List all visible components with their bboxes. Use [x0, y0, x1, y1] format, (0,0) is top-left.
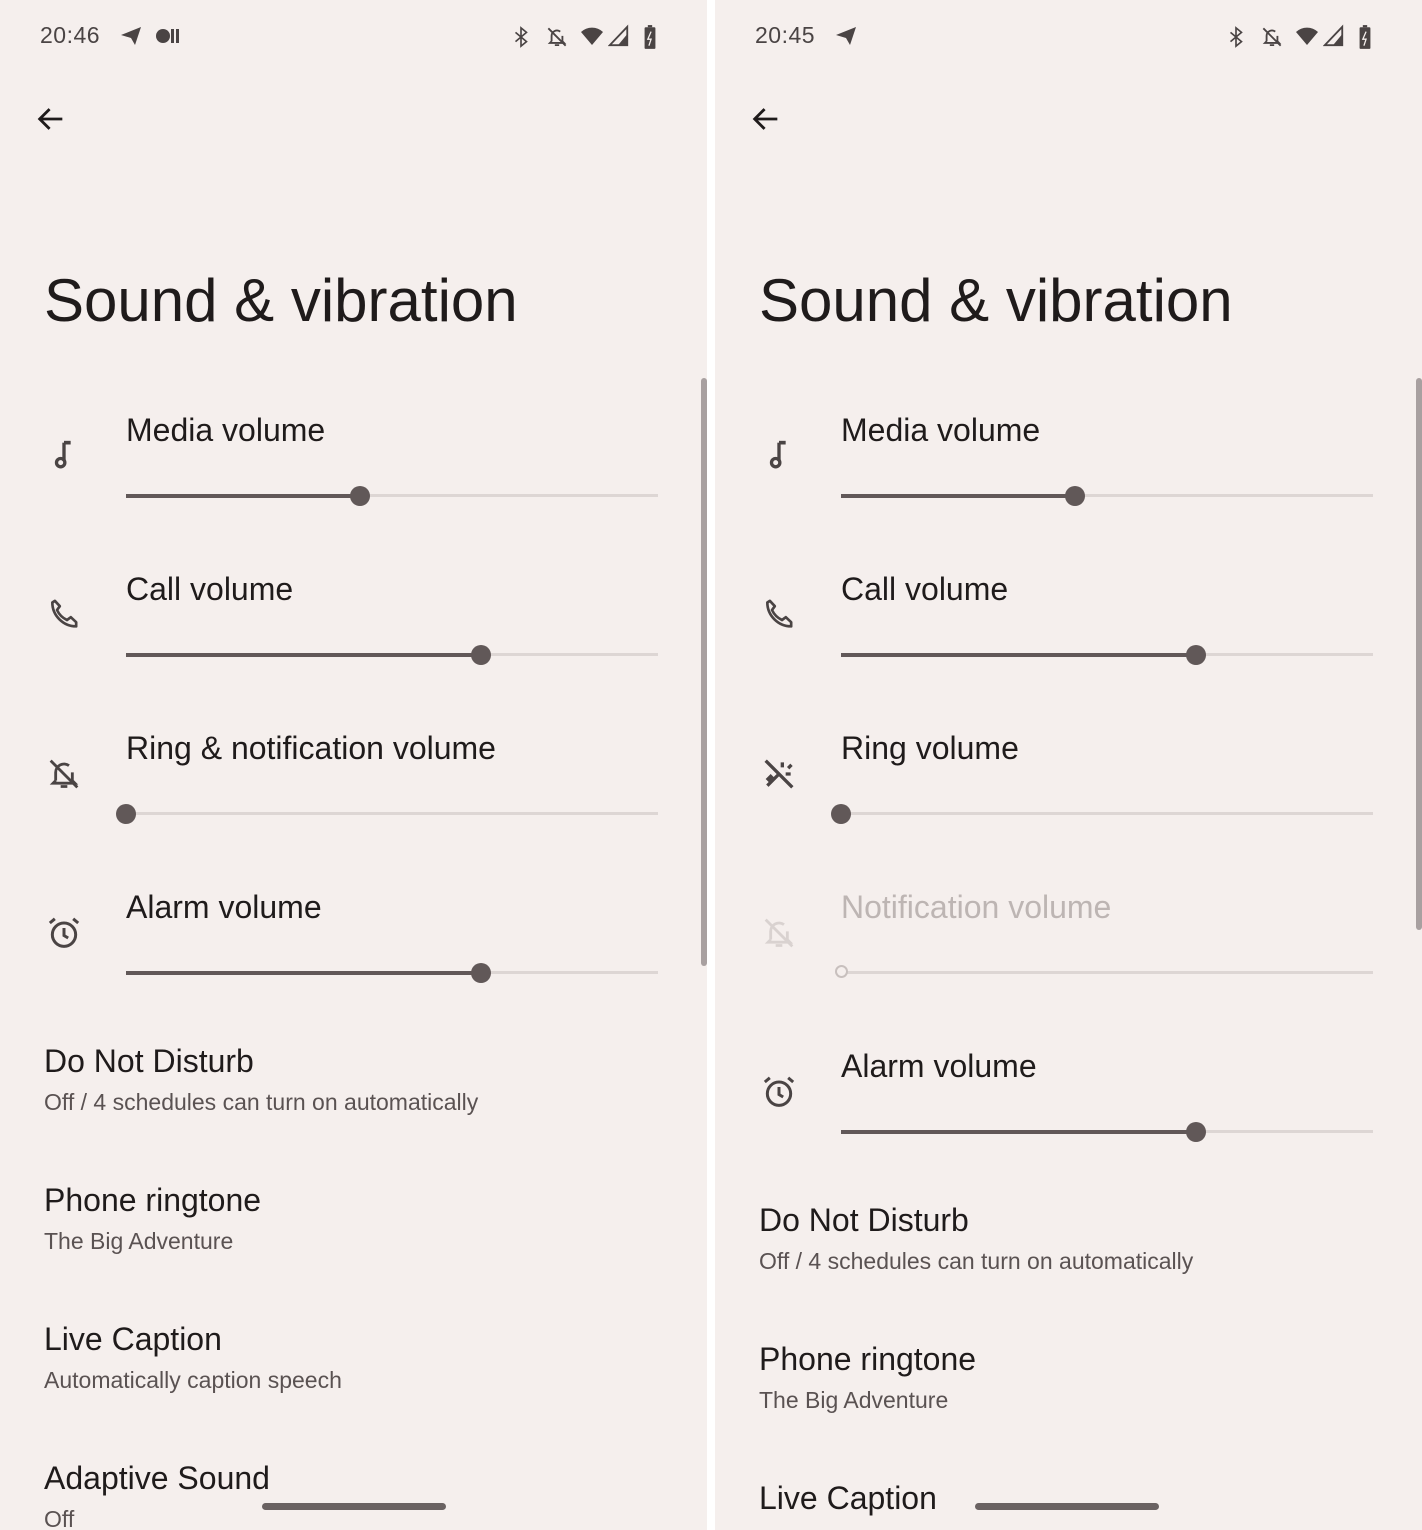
phone-icon [44, 595, 84, 635]
slider-fill [841, 1129, 1196, 1134]
bell-off-icon [759, 913, 799, 953]
slider-label: Ring volume [841, 730, 1019, 766]
back-button[interactable] [749, 102, 783, 136]
setting-item-title[interactable]: Phone ringtone [759, 1341, 976, 1378]
slider-label: Alarm volume [841, 1048, 1037, 1084]
slider-fill [841, 493, 1076, 498]
volume-slider[interactable] [841, 1121, 1373, 1142]
settings-panel: 20:46 Sound & vibration Media volume Call v… [0, 0, 707, 1530]
setting-item-title[interactable]: Live Caption [44, 1321, 222, 1358]
alarm-icon [44, 913, 84, 953]
scrollbar[interactable] [1416, 378, 1422, 930]
telegram-icon [833, 24, 859, 53]
slider-thumb[interactable] [470, 962, 491, 983]
bell-off-icon [44, 754, 84, 794]
setting-item-subtitle: Off / 4 schedules can turn on automatica… [44, 1089, 479, 1115]
slider-fill [841, 652, 1196, 657]
setting-item-title[interactable]: Live Caption [759, 1480, 937, 1517]
slider-label: Notification volume [841, 889, 1112, 925]
slider-thumb[interactable] [470, 644, 491, 665]
music-note-icon [759, 436, 799, 476]
slider-label: Alarm volume [126, 889, 322, 925]
bell-off-icon [1259, 24, 1285, 55]
volume-slider[interactable] [841, 644, 1373, 665]
setting-item-subtitle: Off / 4 schedules can turn on automatica… [759, 1248, 1194, 1274]
volume-slider[interactable] [116, 803, 658, 824]
slider-thumb [835, 965, 848, 978]
setting-item-title[interactable]: Do Not Disturb [44, 1043, 254, 1080]
status-time: 20:45 [755, 22, 816, 48]
back-button[interactable] [34, 102, 68, 136]
bluetooth-icon [1225, 24, 1247, 55]
volume-slider[interactable] [831, 803, 1373, 824]
gesture-nav-bar[interactable] [262, 1503, 446, 1510]
volume-slider[interactable] [126, 644, 658, 665]
volume-slider[interactable] [126, 485, 658, 506]
alarm-icon [759, 1072, 799, 1112]
setting-item-title[interactable]: Phone ringtone [44, 1182, 261, 1219]
slider-label: Call volume [126, 571, 294, 607]
telegram-icon [118, 24, 144, 53]
slider-thumb[interactable] [116, 803, 136, 824]
scrollbar[interactable] [701, 378, 707, 966]
signal-icon [1322, 24, 1345, 53]
slider-fill [126, 970, 481, 975]
volume-slider[interactable] [841, 485, 1373, 506]
signal-icon [607, 24, 630, 53]
phone-icon [759, 595, 799, 635]
pill-icon [154, 24, 182, 53]
slider-thumb[interactable] [831, 803, 851, 824]
battery-charging-icon [642, 24, 658, 55]
slider-label: Media volume [841, 412, 1041, 448]
setting-item-title[interactable]: Adaptive Sound [44, 1460, 270, 1497]
slider-label: Call volume [841, 571, 1009, 607]
slider-fill [126, 652, 481, 657]
setting-item-title[interactable]: Do Not Disturb [759, 1202, 969, 1239]
setting-item-subtitle: Automatically caption speech [44, 1367, 342, 1393]
setting-item-subtitle: The Big Adventure [759, 1387, 949, 1413]
status-time: 20:46 [40, 22, 101, 48]
wifi-icon [1293, 24, 1321, 53]
setting-item-subtitle: The Big Adventure [44, 1228, 234, 1254]
slider-label: Media volume [126, 412, 326, 448]
music-note-icon [44, 436, 84, 476]
gesture-nav-bar[interactable] [975, 1503, 1159, 1510]
slider-label: Ring & notification volume [126, 730, 496, 766]
vibrate-off-icon [759, 754, 799, 794]
slider-thumb[interactable] [350, 485, 371, 506]
slider-thumb[interactable] [1185, 1121, 1206, 1142]
wifi-icon [578, 24, 606, 53]
page-title: Sound & vibration [759, 267, 1233, 334]
setting-item-subtitle: Off [44, 1506, 75, 1530]
volume-slider[interactable] [126, 962, 658, 983]
slider-thumb[interactable] [1185, 644, 1206, 665]
page-title: Sound & vibration [44, 267, 518, 334]
bell-off-icon [544, 24, 570, 55]
bluetooth-icon [510, 24, 532, 55]
volume-slider [835, 965, 1373, 978]
slider-fill [126, 493, 361, 498]
battery-charging-icon [1357, 24, 1373, 55]
settings-panel: 20:45 Sound & vibration Media volume Call v… [715, 0, 1422, 1530]
slider-thumb[interactable] [1065, 485, 1086, 506]
